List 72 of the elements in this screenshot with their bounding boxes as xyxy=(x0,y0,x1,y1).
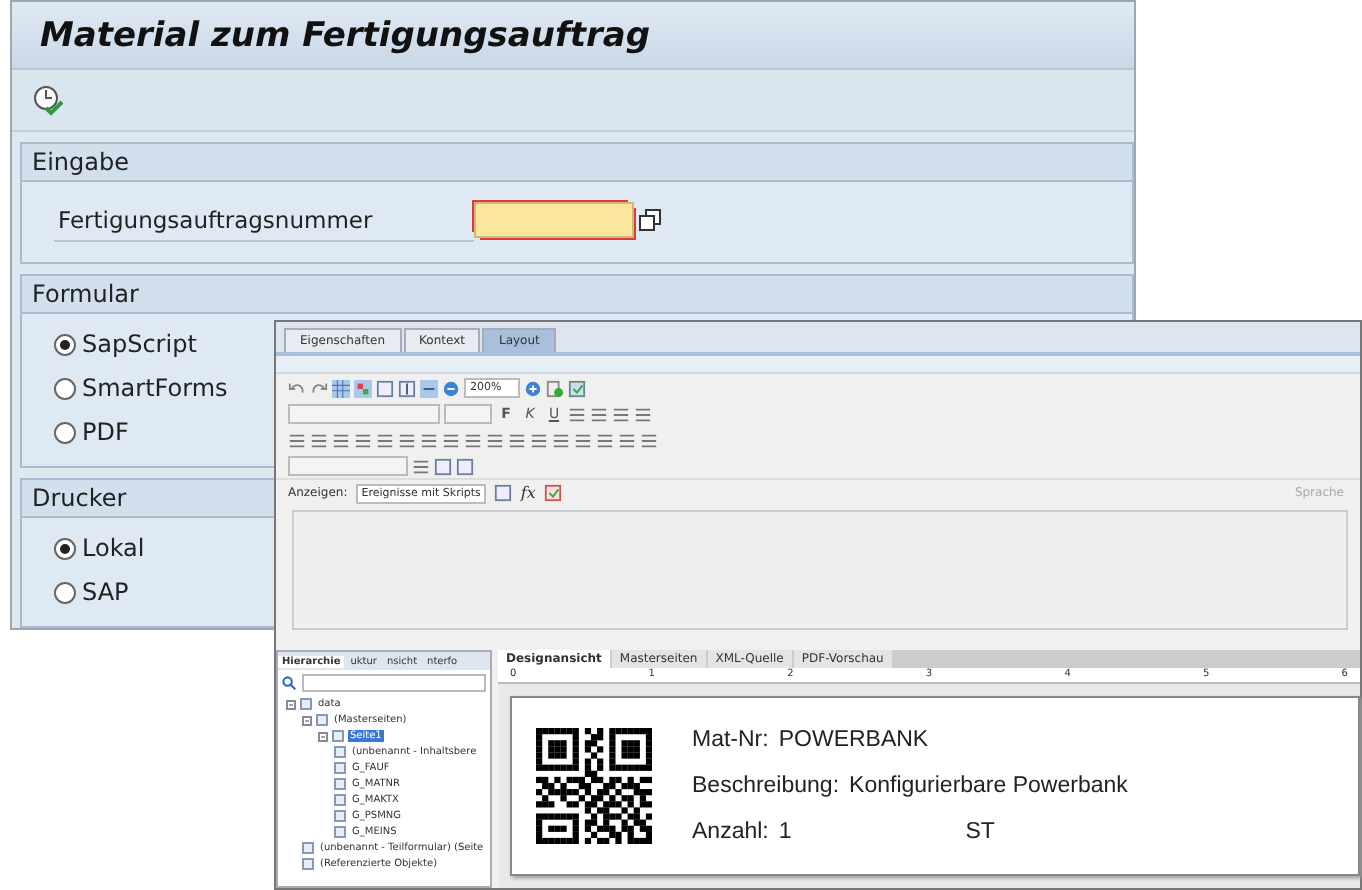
add-page-icon[interactable] xyxy=(546,379,564,397)
fit-page-icon[interactable] xyxy=(398,379,416,397)
undo-icon[interactable] xyxy=(288,379,306,397)
node-icon xyxy=(332,730,344,742)
align-icon[interactable] xyxy=(640,431,658,449)
align-icon[interactable] xyxy=(574,431,592,449)
node-icon xyxy=(334,746,346,758)
align-icon[interactable] xyxy=(568,405,586,423)
document-icon[interactable] xyxy=(456,457,474,475)
check-script-icon[interactable] xyxy=(543,484,562,502)
align-icon[interactable] xyxy=(530,431,548,449)
script-icon[interactable] xyxy=(434,457,452,475)
radio-option[interactable]: SapScript xyxy=(54,326,197,362)
align-icon[interactable] xyxy=(612,405,630,423)
node-icon xyxy=(334,826,346,838)
radio-option[interactable]: Lokal xyxy=(54,530,145,566)
function-button[interactable]: fx xyxy=(520,484,536,502)
fit-width-icon[interactable] xyxy=(420,379,438,397)
align-icon[interactable] xyxy=(354,431,372,449)
label-caption: Mat-Nr: xyxy=(692,728,769,752)
label-caption: Beschreibung: xyxy=(692,774,840,798)
execute-icon[interactable] xyxy=(32,84,64,117)
node-icon xyxy=(302,842,314,854)
copy-icon[interactable] xyxy=(638,207,664,233)
radio-option[interactable]: SAP xyxy=(54,574,129,610)
align-icon[interactable] xyxy=(420,431,438,449)
node-icon xyxy=(334,794,346,806)
node-icon xyxy=(300,698,312,710)
collapse-icon[interactable] xyxy=(318,731,328,741)
align-icon[interactable] xyxy=(376,431,394,449)
node-icon xyxy=(334,762,346,774)
group-header: Eingabe xyxy=(22,144,1132,182)
collapse-icon[interactable] xyxy=(286,699,296,709)
redo-icon[interactable] xyxy=(310,379,328,397)
unit-text: ST xyxy=(965,820,995,844)
align-icon[interactable] xyxy=(486,431,504,449)
grid-icon[interactable] xyxy=(332,379,350,397)
node-icon xyxy=(302,858,314,870)
align-icon[interactable] xyxy=(464,431,482,449)
search-field[interactable] xyxy=(302,674,486,692)
align-icon[interactable] xyxy=(590,405,608,423)
color-grid-icon[interactable] xyxy=(354,379,372,397)
radio-option[interactable]: PDF xyxy=(54,414,129,450)
collapse-icon[interactable] xyxy=(302,715,312,725)
align-icon[interactable] xyxy=(398,431,416,449)
align-icon[interactable] xyxy=(442,431,460,449)
align-icon[interactable] xyxy=(332,431,350,449)
qr-code-drawing xyxy=(536,728,652,844)
check-icon[interactable] xyxy=(568,379,586,397)
zoom-out-icon[interactable] xyxy=(442,379,460,397)
edit-icon[interactable] xyxy=(412,457,430,475)
node-icon xyxy=(316,714,328,726)
align-icon[interactable] xyxy=(508,431,526,449)
align-icon[interactable] xyxy=(634,405,652,423)
align-icon[interactable] xyxy=(288,431,306,449)
label-value: 1 xyxy=(778,820,792,844)
input-field[interactable] xyxy=(474,202,634,238)
group-header: Formular xyxy=(22,276,1132,314)
align-icon[interactable] xyxy=(596,431,614,449)
align-icon[interactable] xyxy=(310,431,328,449)
node-icon xyxy=(334,810,346,822)
align-icon[interactable] xyxy=(618,431,636,449)
page-icon[interactable] xyxy=(376,379,394,397)
label-value: POWERBANK xyxy=(778,728,929,752)
script-icon[interactable] xyxy=(494,484,513,502)
node-icon xyxy=(334,778,346,790)
align-icon[interactable] xyxy=(552,431,570,449)
label-value: Konfigurierbare Powerbank xyxy=(849,774,1128,798)
search-icon[interactable] xyxy=(282,676,296,690)
zoom-in-icon[interactable] xyxy=(524,379,542,397)
radio-option[interactable]: SmartForms xyxy=(54,370,228,406)
label-caption: Anzahl: xyxy=(692,820,769,844)
